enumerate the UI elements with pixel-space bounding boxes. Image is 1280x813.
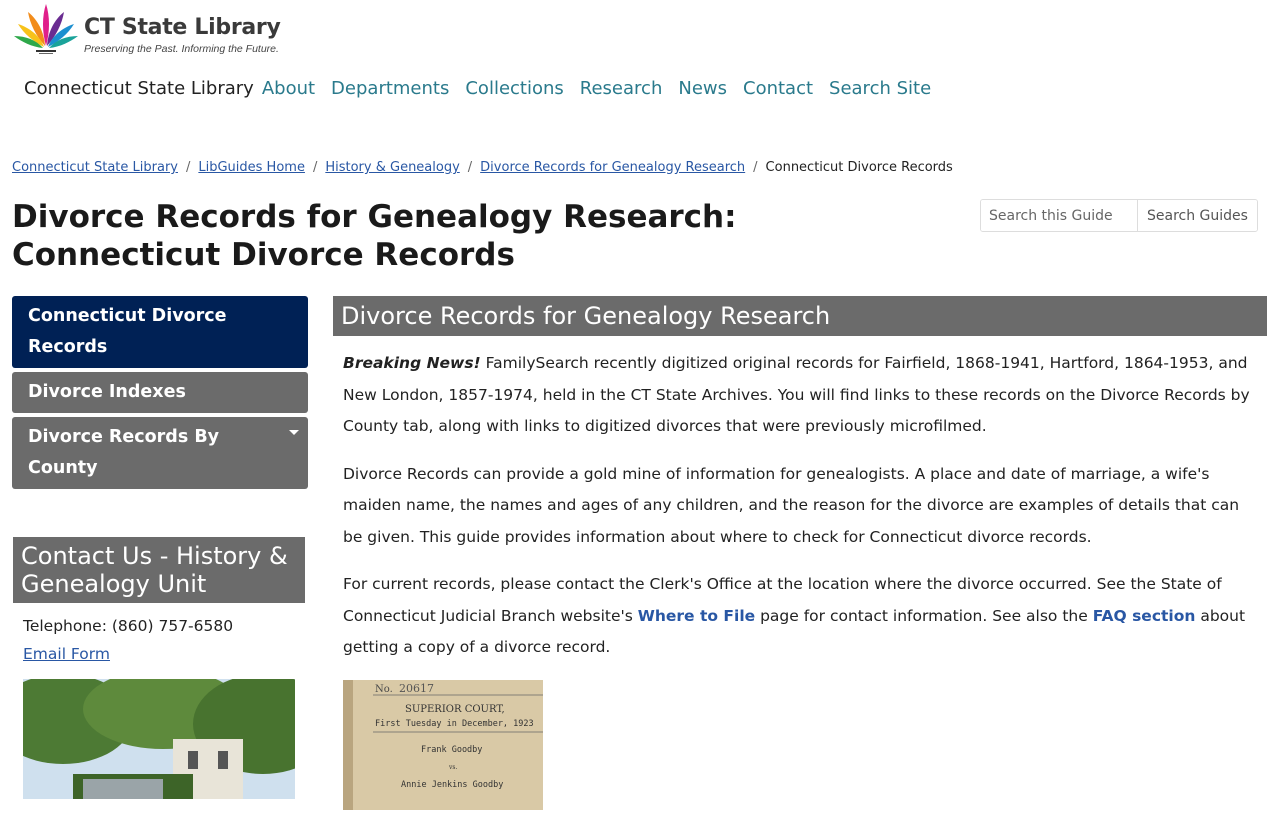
page-title-line-2: Connecticut Divorce Records [12, 237, 515, 273]
search-guides-button[interactable]: Search Guides [1138, 200, 1257, 231]
search-guide-input[interactable] [981, 200, 1138, 231]
library-logo-icon [14, 4, 78, 54]
current-records-paragraph: For current records, please contact the … [343, 569, 1257, 664]
sidebar-item-divorce-indexes[interactable]: Divorce Indexes [12, 372, 308, 413]
sidebar-item-label: Divorce Indexes [28, 382, 186, 402]
library-building-photo [23, 679, 295, 799]
document-number: 20617 [399, 682, 434, 695]
document-court: SUPERIOR COURT, [405, 704, 505, 715]
breadcrumb-separator: / [312, 160, 318, 175]
where-to-file-link[interactable]: Where to File [638, 607, 755, 625]
breadcrumb-separator: / [185, 160, 191, 175]
breaking-news-paragraph: Breaking News! FamilySearch recently dig… [343, 348, 1257, 443]
logo-tagline: Preserving the Past. Informing the Futur… [84, 43, 279, 55]
site-header: CT State Library Preserving the Past. In… [0, 0, 1280, 175]
breaking-news-label: Breaking News! [343, 354, 481, 372]
sidebar-item-connecticut-divorce-records[interactable]: Connecticut Divorce Records [12, 296, 308, 368]
nav-item-research[interactable]: Research [580, 78, 663, 99]
document-defendant: Annie Jenkins Goodby [401, 780, 503, 790]
breadcrumb-current: Connecticut Divorce Records [765, 160, 953, 175]
intro-paragraph: Divorce Records can provide a gold mine … [343, 464, 1240, 546]
nav-item-collections[interactable]: Collections [465, 78, 563, 99]
breadcrumb-link-divorce-records[interactable]: Divorce Records for Genealogy Research [480, 160, 745, 175]
guide-sidebar-nav: Connecticut Divorce Records Divorce Inde… [12, 296, 308, 493]
sidebar-item-label: Divorce Records By County [28, 427, 220, 478]
nav-item-news[interactable]: News [678, 78, 727, 99]
nav-item-search-site[interactable]: Search Site [829, 78, 931, 99]
caret-down-icon[interactable] [289, 430, 299, 435]
logo-title: CT State Library [84, 15, 281, 40]
main-content: Divorce Records for Genealogy Research B… [333, 296, 1267, 810]
nav-brand[interactable]: Connecticut State Library [24, 78, 254, 99]
contact-heading: Contact Us - History & Genealogy Unit [13, 537, 305, 603]
nav-item-about[interactable]: About [262, 78, 315, 99]
breadcrumb-separator: / [753, 160, 758, 175]
document-plaintiff: Frank Goodby [421, 745, 482, 755]
sidebar-item-label: Connecticut Divorce Records [28, 306, 227, 357]
sidebar-item-divorce-records-by-county[interactable]: Divorce Records By County [12, 417, 308, 489]
breadcrumb-link-history-genealogy[interactable]: History & Genealogy [325, 160, 459, 175]
faq-section-link[interactable]: FAQ section [1093, 607, 1196, 625]
breadcrumb-link-libguides-home[interactable]: LibGuides Home [198, 160, 305, 175]
main-nav: Connecticut State Library About Departme… [24, 78, 947, 99]
email-form-link[interactable]: Email Form [23, 645, 110, 663]
document-vs: vs. [448, 764, 457, 771]
nav-item-departments[interactable]: Departments [331, 78, 449, 99]
breadcrumb-link-state-library[interactable]: Connecticut State Library [12, 160, 178, 175]
page-title: Divorce Records for Genealogy Research: … [12, 198, 912, 274]
main-heading: Divorce Records for Genealogy Research [333, 296, 1267, 336]
divorce-record-document-image: No. 20617 SUPERIOR COURT, First Tuesday … [343, 679, 543, 810]
site-logo[interactable]: CT State Library Preserving the Past. In… [12, 2, 281, 55]
document-term: First Tuesday in December, 1923 [375, 719, 534, 729]
guide-search: Search Guides [980, 199, 1258, 232]
page-title-line-1: Divorce Records for Genealogy Research: [12, 199, 737, 235]
breadcrumb-separator: / [467, 160, 473, 175]
current-records-text: page for contact information. See also t… [755, 606, 1093, 625]
contact-telephone: Telephone: (860) 757-6580 [23, 617, 234, 635]
contact-box: Contact Us - History & Genealogy Unit Te… [13, 537, 305, 813]
document-no-label: No. [375, 684, 393, 695]
breadcrumb: Connecticut State Library / LibGuides Ho… [12, 160, 953, 175]
nav-item-contact[interactable]: Contact [743, 78, 813, 99]
